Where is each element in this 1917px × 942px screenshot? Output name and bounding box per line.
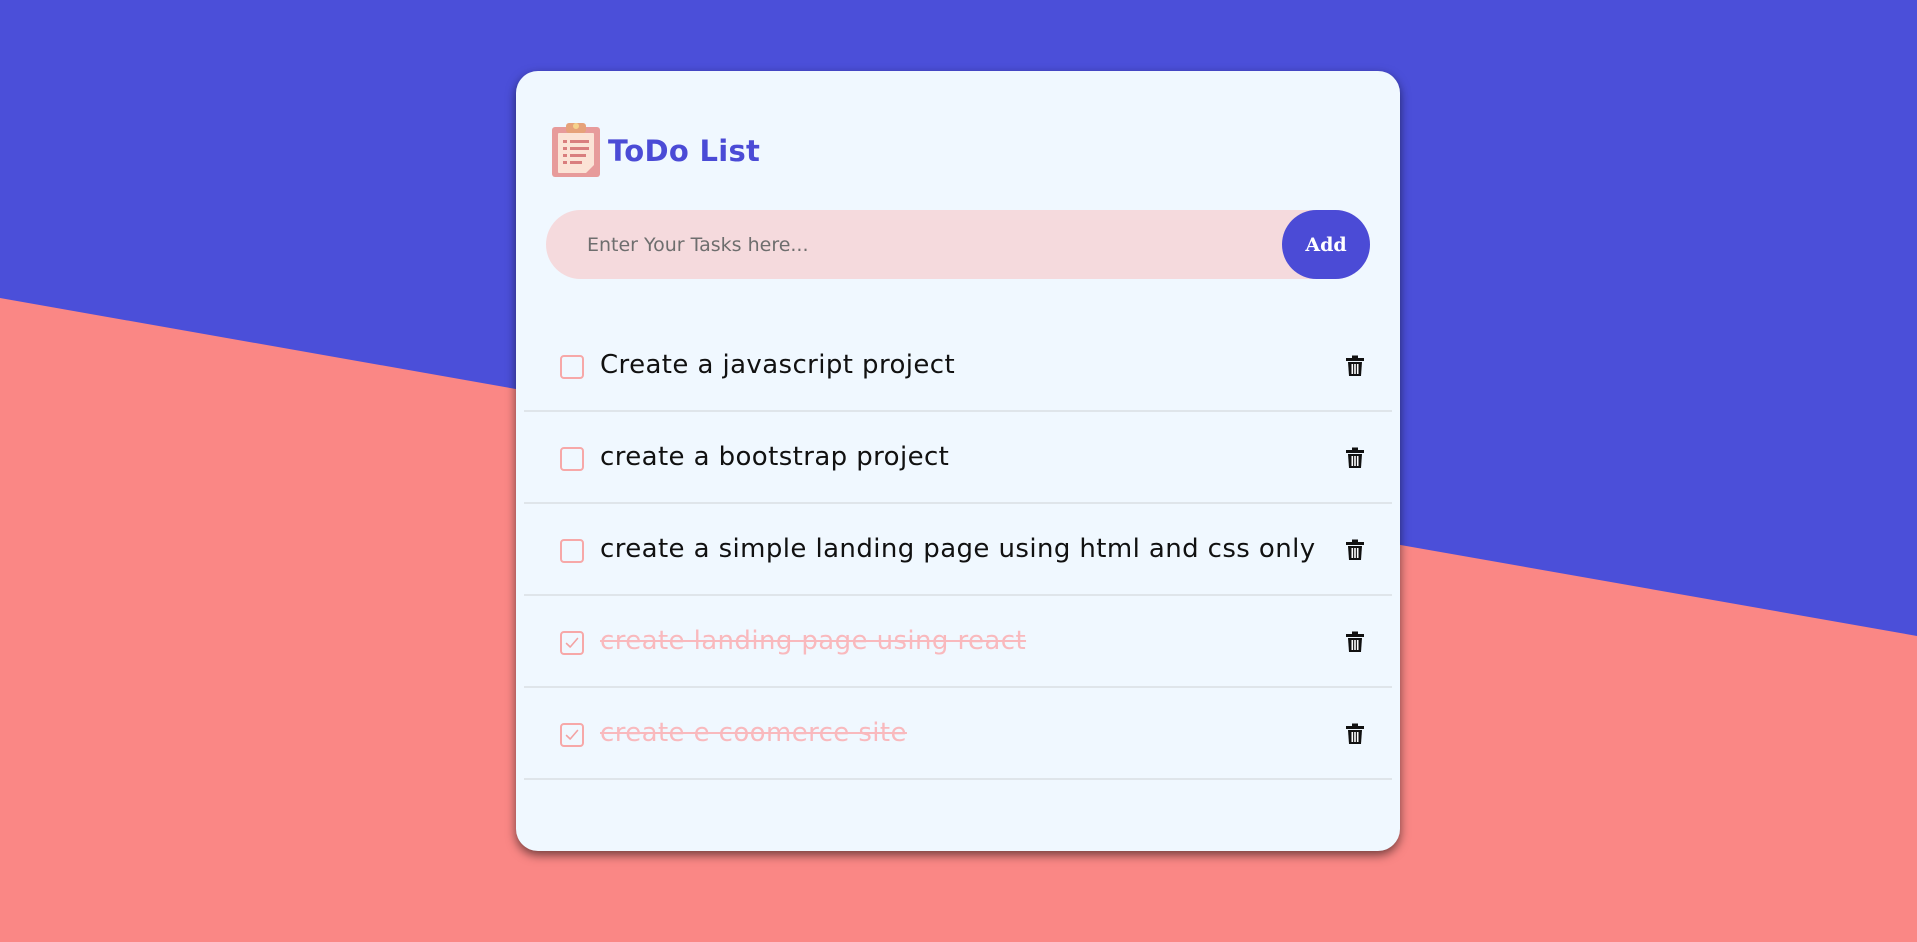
task-text[interactable]: Create a javascript project: [600, 350, 955, 380]
task-text[interactable]: create a simple landing page using html …: [600, 534, 1316, 564]
trash-icon[interactable]: [1342, 629, 1368, 655]
task-item: create a simple landing page using html …: [524, 504, 1392, 596]
trash-icon[interactable]: [1342, 445, 1368, 471]
task-checkbox[interactable]: [560, 723, 584, 747]
trash-icon[interactable]: [1342, 353, 1368, 379]
task-text[interactable]: create a bootstrap project: [600, 442, 949, 472]
checkmark-icon: [565, 729, 579, 740]
trash-icon[interactable]: [1342, 721, 1368, 747]
task-checkbox[interactable]: [560, 355, 584, 379]
todo-card: ToDo List Add Create a javascript projec…: [516, 71, 1400, 851]
task-text[interactable]: create landing page using react: [600, 626, 1026, 656]
task-checkbox[interactable]: [560, 447, 584, 471]
task-item: Create a javascript project: [524, 320, 1392, 412]
trash-icon[interactable]: [1342, 537, 1368, 563]
task-checkbox[interactable]: [560, 539, 584, 563]
app-header: ToDo List: [550, 119, 760, 183]
add-button[interactable]: Add: [1282, 210, 1370, 279]
app-title: ToDo List: [608, 134, 761, 168]
task-item: create e coomerce site: [524, 688, 1392, 780]
task-checkbox[interactable]: [560, 631, 584, 655]
task-list: Create a javascript project create a boo…: [524, 320, 1392, 780]
task-input-row: Add: [546, 210, 1370, 279]
task-input[interactable]: [546, 210, 1266, 279]
task-item: create landing page using react: [524, 596, 1392, 688]
task-text[interactable]: create e coomerce site: [600, 718, 907, 748]
clipboard-checklist-icon: [550, 119, 602, 183]
task-item: create a bootstrap project: [524, 412, 1392, 504]
checkmark-icon: [565, 637, 579, 648]
